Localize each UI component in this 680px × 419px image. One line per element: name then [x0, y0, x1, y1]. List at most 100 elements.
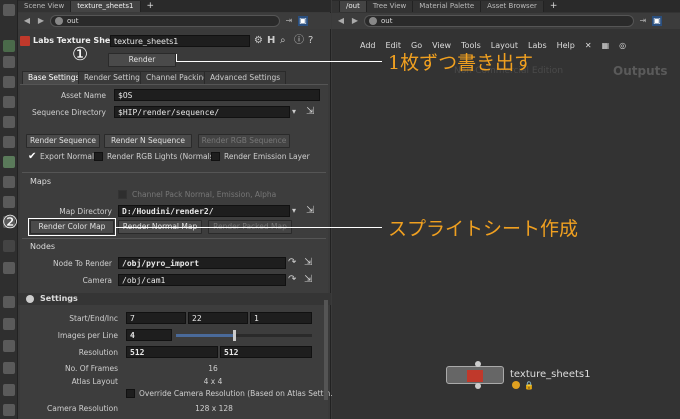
- tab-material-palette[interactable]: Material Palette: [413, 0, 482, 12]
- node-jump-icon[interactable]: ↷: [288, 257, 296, 269]
- tab-texture-sheets[interactable]: texture_sheets1: [71, 0, 141, 12]
- maps-section-title: Maps: [30, 177, 52, 186]
- right-add-tab-button[interactable]: +: [544, 1, 564, 12]
- magnet-tool-icon[interactable]: [3, 116, 15, 128]
- bulb-tool-icon[interactable]: [3, 176, 15, 188]
- asset-name-field[interactable]: $OS: [114, 89, 320, 101]
- help-h-icon[interactable]: H: [267, 35, 275, 47]
- measure-tool-icon[interactable]: [3, 296, 15, 308]
- warning-icon: [512, 381, 520, 389]
- render-button[interactable]: Render: [108, 53, 176, 67]
- pane-menu-icon[interactable]: [332, 0, 340, 12]
- menu-add[interactable]: Add: [360, 41, 376, 50]
- pose-tool-icon[interactable]: [3, 56, 15, 68]
- add-tab-button[interactable]: +: [141, 1, 161, 12]
- group-tool-icon[interactable]: [3, 340, 15, 352]
- dropdown-arrow-icon[interactable]: ▾: [292, 106, 296, 118]
- export-normal-checkbox[interactable]: ✔: [28, 152, 37, 162]
- transform-tool-icon[interactable]: [3, 384, 15, 396]
- file-browse-icon[interactable]: ⇲: [306, 106, 314, 118]
- scale-tool-icon[interactable]: [3, 404, 15, 416]
- right-link-icon[interactable]: ▣: [652, 16, 662, 26]
- resolution-x-field[interactable]: 512: [126, 346, 218, 358]
- render-emission-checkbox[interactable]: [211, 152, 220, 161]
- dot-tool-icon[interactable]: [3, 240, 15, 252]
- tab-asset-browser[interactable]: Asset Browser: [481, 0, 544, 12]
- end-field[interactable]: 22: [188, 312, 248, 324]
- node-chooser-icon[interactable]: ⇲: [304, 257, 312, 269]
- render-sequence-button[interactable]: Render Sequence: [26, 134, 100, 148]
- camera-field[interactable]: /obj/cam1: [118, 274, 286, 286]
- settings-expand-icon[interactable]: [26, 295, 34, 303]
- rotate-tool-icon[interactable]: [3, 136, 15, 148]
- light-tool-icon[interactable]: [3, 156, 15, 168]
- right-back-arrow-icon[interactable]: ◀: [336, 16, 346, 26]
- left-tabbar: Scene View texture_sheets1 +: [18, 0, 331, 12]
- wrench-icon[interactable]: ✕: [585, 41, 592, 50]
- grid-tool-icon[interactable]: [3, 318, 15, 330]
- settings-header[interactable]: Settings: [18, 293, 331, 305]
- right-forward-arrow-icon[interactable]: ▶: [350, 16, 360, 26]
- node-output-connector[interactable]: [475, 383, 481, 389]
- inc-field[interactable]: 1: [250, 312, 312, 324]
- snap-icon[interactable]: ◎: [619, 41, 626, 50]
- node-header: Labs Texture Sheets texture_sheets1 ⚙ H …: [18, 35, 331, 49]
- tab-advanced-settings[interactable]: Advanced Settings: [204, 71, 287, 84]
- images-per-line-field[interactable]: 4: [126, 329, 172, 341]
- camera-chooser-icon[interactable]: ⇲: [304, 274, 312, 286]
- vector-tool-icon[interactable]: [3, 362, 15, 374]
- annotation-2-text: スプライトシート作成: [388, 218, 579, 240]
- slider-handle[interactable]: [233, 330, 237, 341]
- camera-jump-icon[interactable]: ↷: [288, 274, 296, 286]
- map-dropdown-arrow-icon[interactable]: ▾: [292, 205, 296, 217]
- images-per-line-slider[interactable]: [176, 330, 312, 341]
- handle-tool-icon[interactable]: [3, 76, 15, 88]
- info-icon[interactable]: ⓘ: [294, 35, 304, 47]
- right-path-field[interactable]: out: [364, 15, 634, 27]
- tab-scene-view[interactable]: Scene View: [18, 0, 72, 12]
- help-icon[interactable]: ?: [308, 35, 313, 47]
- texture-sheets-node[interactable]: [446, 366, 504, 384]
- path-value: out: [67, 17, 79, 25]
- scrollbar[interactable]: [324, 300, 328, 400]
- node-name-field[interactable]: texture_sheets1: [110, 35, 250, 47]
- map-file-browse-icon[interactable]: ⇲: [306, 205, 314, 217]
- channel-pack-checkbox[interactable]: [118, 190, 127, 199]
- forward-arrow-icon[interactable]: ▶: [36, 16, 46, 26]
- camera-tool-icon[interactable]: [3, 196, 15, 208]
- resolution-y-field[interactable]: 512: [220, 346, 312, 358]
- map-directory-field[interactable]: D:/Houdini/render2/: [118, 205, 290, 217]
- gear-icon[interactable]: ⚙: [254, 35, 263, 47]
- snap-tool-icon[interactable]: [3, 96, 15, 108]
- grid-icon[interactable]: ▦: [602, 41, 610, 50]
- render-n-sequence-button[interactable]: Render N Sequence: [104, 134, 192, 148]
- node-to-render-label: Node To Render: [53, 259, 112, 268]
- right-pin-icon[interactable]: ⇥: [638, 16, 648, 26]
- right-path-value: out: [381, 17, 393, 25]
- link-icon[interactable]: ▣: [298, 16, 308, 26]
- node-to-render-field[interactable]: /obj/pyro_import: [118, 257, 286, 269]
- tab-channel-packing[interactable]: Channel Packing: [140, 71, 215, 84]
- override-camera-checkbox[interactable]: [126, 389, 135, 398]
- path-field[interactable]: out: [50, 15, 280, 27]
- start-field[interactable]: 7: [126, 312, 186, 324]
- tab-base-settings[interactable]: Base Settings: [22, 71, 86, 84]
- sequence-directory-field[interactable]: $HIP/render/sequence/: [114, 106, 290, 118]
- node-input-connector[interactable]: [475, 361, 481, 367]
- tab-out[interactable]: /out: [340, 0, 367, 12]
- menu-help[interactable]: Help: [557, 41, 575, 50]
- right-network-icon: [369, 17, 377, 25]
- paint-tool-icon[interactable]: [3, 262, 15, 274]
- search-icon[interactable]: ⌕: [280, 35, 286, 47]
- view-tool-icon[interactable]: [3, 40, 15, 52]
- render-rgb-lights-checkbox[interactable]: [94, 152, 103, 161]
- render-emission-label: Render Emission Layer: [224, 152, 310, 161]
- select-tool-icon[interactable]: [3, 4, 15, 16]
- camera-resolution-value: 128 x 128: [195, 404, 233, 413]
- tab-tree-view[interactable]: Tree View: [366, 0, 414, 12]
- pin-icon[interactable]: ⇥: [284, 16, 294, 26]
- back-arrow-icon[interactable]: ◀: [22, 16, 32, 26]
- render-rgb-sequence-button[interactable]: Render RGB Sequence: [198, 134, 290, 148]
- nodes-section-title: Nodes: [30, 242, 56, 251]
- annotation-1-tick: [176, 54, 177, 62]
